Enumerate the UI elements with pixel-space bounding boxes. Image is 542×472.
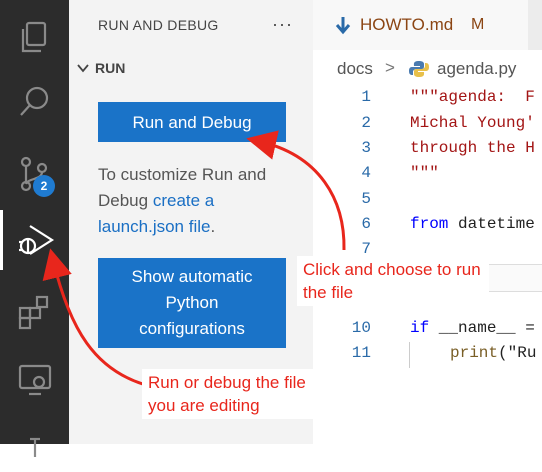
source-control-icon[interactable] xyxy=(0,144,69,204)
code-line: Michal Young' xyxy=(410,114,535,132)
code-line: through the H xyxy=(410,139,535,157)
run-and-debug-button[interactable]: Run and Debug xyxy=(98,102,286,142)
markdown-arrow-icon xyxy=(335,17,351,35)
tab-howto-md[interactable]: HOWTO.md M xyxy=(313,0,528,50)
code-line: print("Ru xyxy=(450,344,536,362)
extensions-icon[interactable] xyxy=(0,282,69,342)
line-number: 2 xyxy=(361,114,371,132)
code-line: if __name__ = xyxy=(410,319,535,337)
line-number: 3 xyxy=(361,139,371,157)
customize-help-text: To customize Run and Debug create a laun… xyxy=(98,162,298,240)
sidebar-title: RUN AND DEBUG xyxy=(98,17,219,33)
chevron-down-icon xyxy=(77,64,89,73)
code-line: """ xyxy=(410,164,439,182)
breadcrumb-separator: > xyxy=(385,58,395,77)
help-suffix: . xyxy=(210,217,216,236)
code-text: ("Ru xyxy=(498,344,537,362)
explorer-icon[interactable] xyxy=(0,8,69,68)
breadcrumb-folder[interactable]: docs xyxy=(337,59,373,79)
show-python-configurations-button[interactable]: Show automatic Python configurations xyxy=(98,258,286,348)
breadcrumb-file[interactable]: agenda.py xyxy=(437,59,516,79)
line-number: 10 xyxy=(351,319,371,337)
code-text: __name__ = xyxy=(429,319,535,337)
breadcrumb: docs > agenda.py xyxy=(313,50,542,86)
python-file-icon xyxy=(409,61,429,77)
run-section-header[interactable]: RUN xyxy=(77,60,125,76)
modified-indicator: M xyxy=(471,16,485,33)
tab-label: HOWTO.md xyxy=(360,15,454,34)
more-actions-icon[interactable]: ··· xyxy=(272,14,293,35)
line-number: 5 xyxy=(361,190,371,208)
keyword: from xyxy=(410,215,449,233)
click-and-choose-note: Click and choose to run the file xyxy=(297,256,489,306)
line-number: 1 xyxy=(361,88,371,106)
testing-icon[interactable] xyxy=(0,412,69,472)
indent-guide xyxy=(409,342,410,368)
code-line: """agenda: F xyxy=(410,88,535,106)
remote-explorer-icon[interactable] xyxy=(0,350,69,410)
code-text: datetime xyxy=(448,215,535,233)
line-number: 4 xyxy=(361,164,371,182)
line-number: 11 xyxy=(351,344,371,362)
code-line: from datetime xyxy=(410,215,535,233)
activity-bar: 2 xyxy=(0,0,69,457)
function-name: print xyxy=(450,344,499,362)
line-number: 6 xyxy=(361,215,371,233)
search-icon[interactable] xyxy=(0,72,69,132)
run-section-label: RUN xyxy=(95,60,126,76)
keyword: if xyxy=(410,319,430,337)
editor-tab-bar: HOWTO.md M xyxy=(313,0,542,50)
source-control-badge: 2 xyxy=(33,175,55,197)
run-debug-icon[interactable] xyxy=(0,210,69,270)
run-or-debug-note: Run or debug the file you are editing xyxy=(142,369,314,419)
